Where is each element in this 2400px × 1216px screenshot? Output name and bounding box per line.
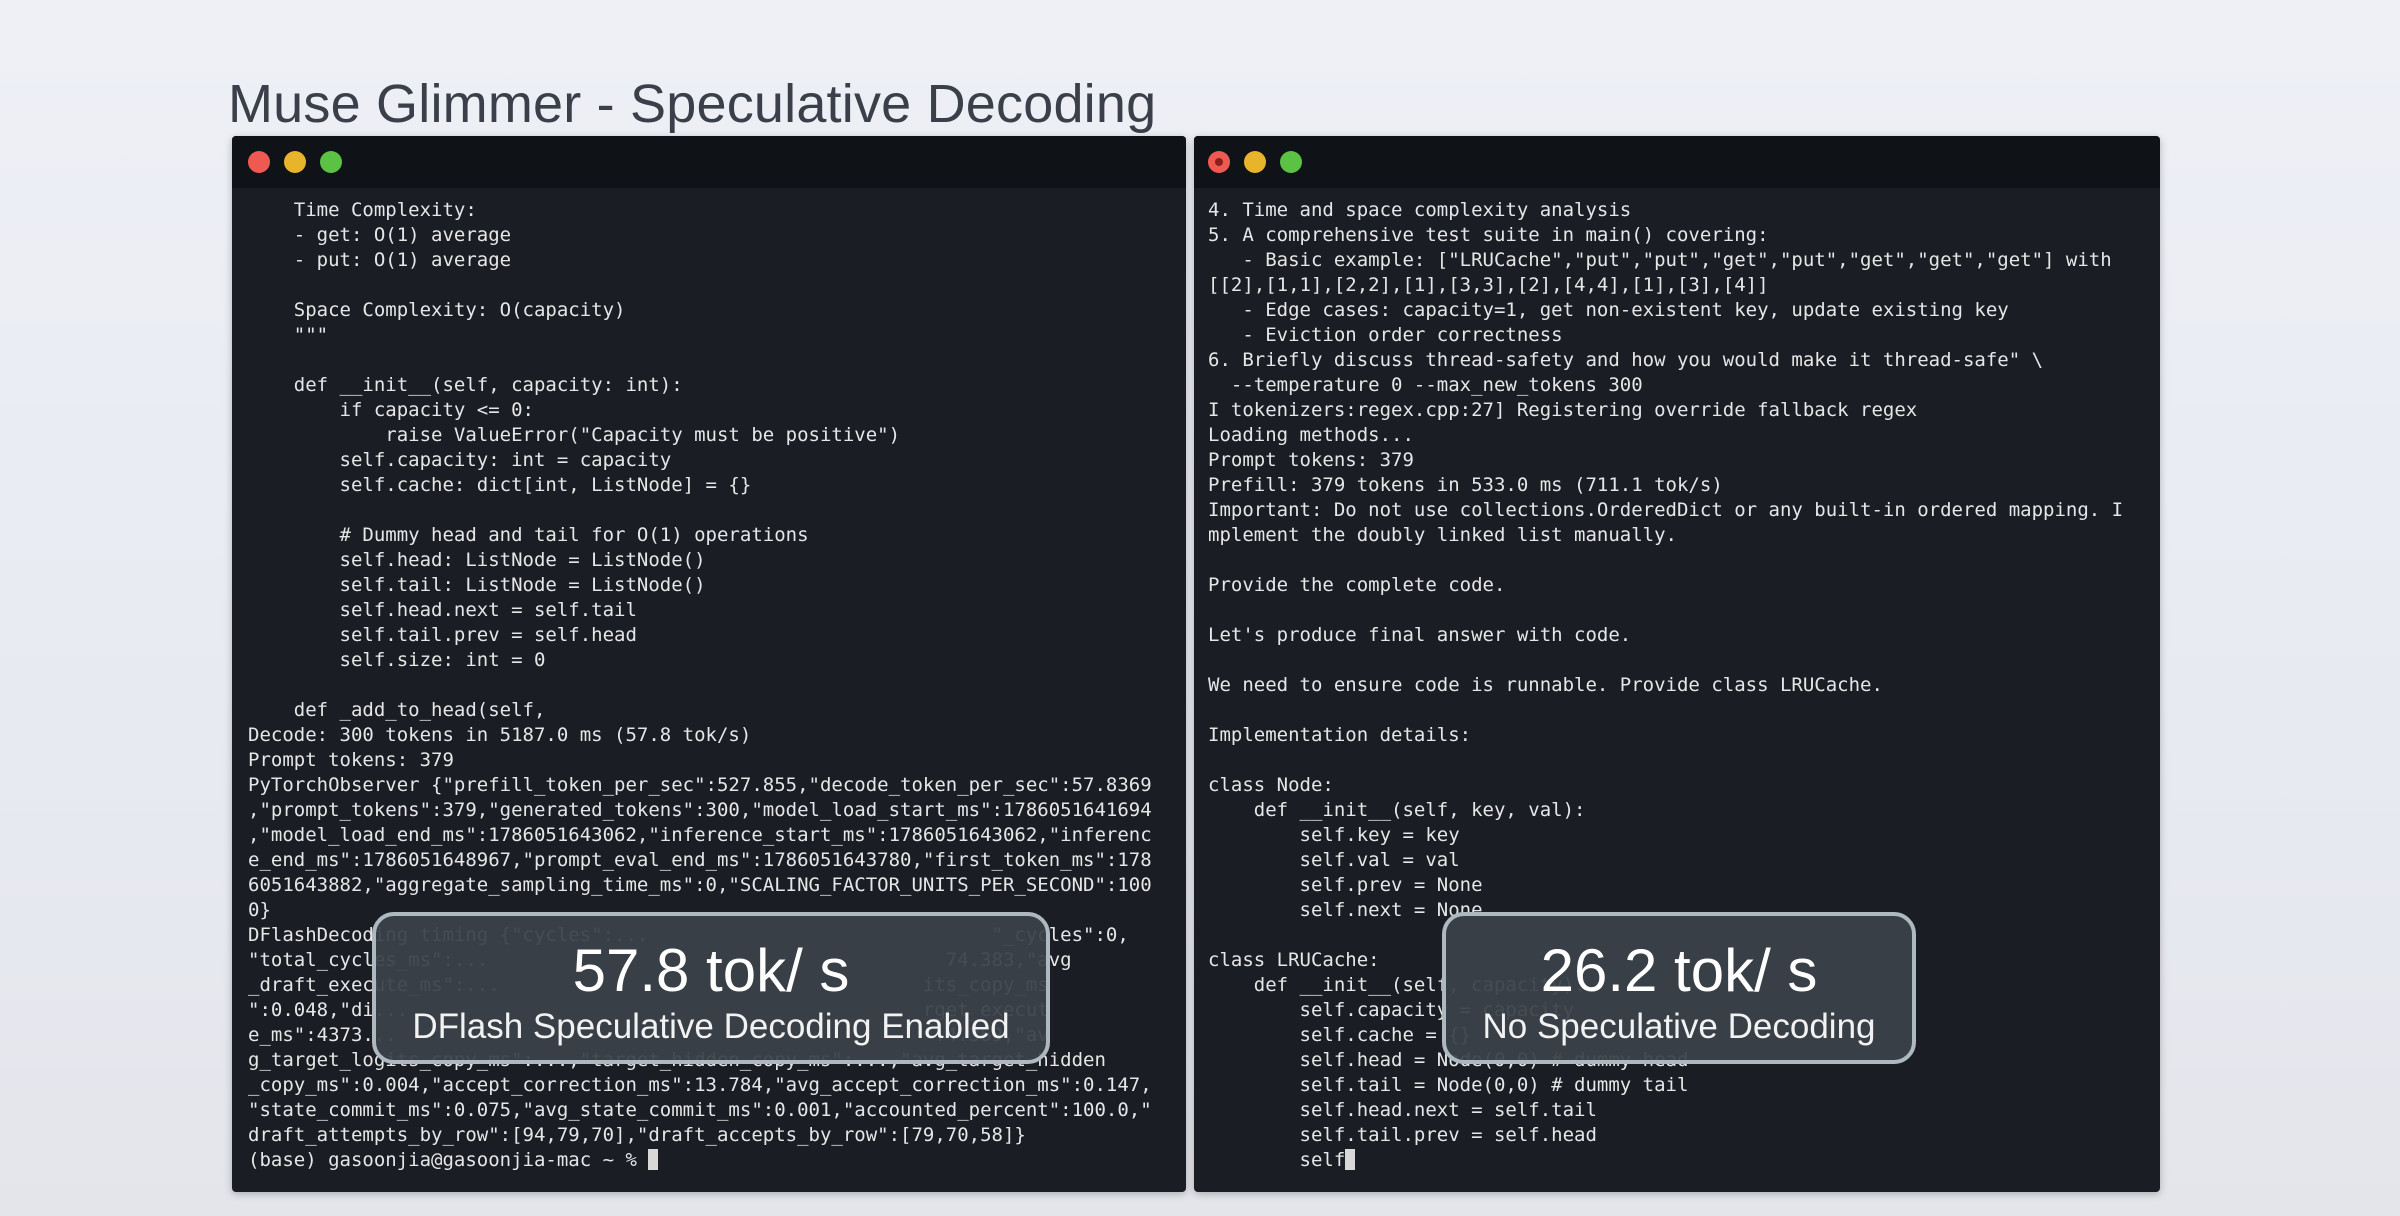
terminal-line: Loading methods...	[1208, 424, 1414, 446]
terminal-line: self.tail = Node(0,0) # dummy tail	[1208, 1074, 1689, 1096]
terminal-line: Implementation details:	[1208, 724, 1472, 746]
terminal-line: raise ValueError("Capacity must be posit…	[248, 424, 901, 446]
terminal-line: I tokenizers:regex.cpp:27] Registering o…	[1208, 399, 1918, 421]
terminal-line: def _add_to_head(self,	[248, 699, 546, 721]
text-cursor	[648, 1149, 659, 1170]
terminal-line: --temperature 0 --max_new_tokens 300	[1208, 374, 1643, 396]
terminal-line: draft_attempts_by_row":[94,79,70],"draft…	[248, 1124, 1026, 1146]
terminal-line: [[2],[1,1],[2,2],[1],[3,3],[2],[4,4],[1]…	[1208, 274, 1769, 296]
terminal-titlebar[interactable]	[1194, 136, 2160, 188]
terminal-line: # Dummy head and tail for O(1) operation…	[248, 524, 809, 546]
terminal-line: Space Complexity: O(capacity)	[248, 299, 626, 321]
terminal-line: def __init__(self, capacity: int):	[248, 374, 683, 396]
generation-line: self	[1208, 1148, 2148, 1173]
terminal-line: class Node:	[1208, 774, 1334, 796]
terminal-line: self.val = val	[1208, 849, 1460, 871]
generation-current-text: self	[1208, 1149, 1346, 1171]
terminal-line: Decode: 300 tokens in 5187.0 ms (57.8 to…	[248, 724, 752, 746]
maximize-window-button[interactable]	[320, 151, 342, 173]
terminal-line: Prompt tokens: 379	[248, 749, 454, 771]
terminal-line: We need to ensure code is runnable. Prov…	[1208, 674, 1883, 696]
terminal-line: self.capacity: int = capacity	[248, 449, 672, 471]
terminal-line: - Basic example: ["LRUCache","put","put"…	[1208, 249, 2112, 271]
terminal-line: Let's produce final answer with code.	[1208, 624, 1632, 646]
minimize-window-button[interactable]	[284, 151, 306, 173]
terminal-line: 6051643882,"aggregate_sampling_time_ms":…	[248, 874, 1152, 896]
terminal-line: Prefill: 379 tokens in 533.0 ms (711.1 t…	[1208, 474, 1723, 496]
text-cursor	[1345, 1149, 1356, 1170]
terminal-line: Time Complexity:	[248, 199, 477, 221]
terminal-line: 5. A comprehensive test suite in main() …	[1208, 224, 1769, 246]
close-window-button[interactable]	[1208, 151, 1230, 173]
terminal-line: def __init__(self, key, val):	[1208, 799, 1586, 821]
badge-speed-value: 26.2 tok/ s	[1540, 937, 1818, 1004]
terminal-line: self.head.next = self.tail	[248, 599, 637, 621]
terminal-line: self.prev = None	[1208, 874, 1483, 896]
terminal-line: 4. Time and space complexity analysis	[1208, 199, 1632, 221]
shell-prompt: (base) gasoonjia@gasoonjia-mac ~ %	[248, 1149, 649, 1171]
badge-caption: DFlash Speculative Decoding Enabled	[412, 1007, 1010, 1046]
close-dot-icon	[1215, 158, 1223, 166]
terminal-line: ,"model_load_end_ms":1786051643062,"infe…	[248, 824, 1152, 846]
terminal-line: _copy_ms":0.004,"accept_correction_ms":1…	[248, 1074, 1152, 1096]
terminal-line: "state_commit_ms":0.075,"avg_state_commi…	[248, 1099, 1152, 1121]
terminal-line: ,"prompt_tokens":379,"generated_tokens":…	[248, 799, 1152, 821]
terminal-line: - Edge cases: capacity=1, get non-existe…	[1208, 299, 2009, 321]
maximize-window-button[interactable]	[1280, 151, 1302, 173]
terminal-line: self.size: int = 0	[248, 649, 546, 671]
terminal-line: - Eviction order correctness	[1208, 324, 1563, 346]
terminal-line: """	[248, 324, 329, 346]
shell-prompt-line[interactable]: (base) gasoonjia@gasoonjia-mac ~ %	[248, 1148, 1174, 1173]
slide-title: Muse Glimmer - Speculative Decoding	[228, 74, 1157, 134]
terminal-line: mplement the doubly linked list manually…	[1208, 524, 1677, 546]
terminal-line: if capacity <= 0:	[248, 399, 534, 421]
terminal-line: self.tail.prev = self.head	[1208, 1124, 1597, 1146]
terminal-line: PyTorchObserver {"prefill_token_per_sec"…	[248, 774, 1152, 796]
minimize-window-button[interactable]	[1244, 151, 1266, 173]
terminal-line: Provide the complete code.	[1208, 574, 1506, 596]
terminal-line: 6. Briefly discuss thread-safety and how…	[1208, 349, 2044, 371]
terminal-line: self.head.next = self.tail	[1208, 1099, 1597, 1121]
terminal-line: self.tail: ListNode = ListNode()	[248, 574, 706, 596]
terminal-line: self.tail.prev = self.head	[248, 624, 637, 646]
badge-caption: No Speculative Decoding	[1482, 1007, 1876, 1046]
terminal-line: - put: O(1) average	[248, 249, 512, 271]
terminal-line: Prompt tokens: 379	[1208, 449, 1414, 471]
terminal-titlebar[interactable]	[232, 136, 1186, 188]
terminal-line: e_end_ms":1786051648967,"prompt_eval_end…	[248, 849, 1152, 871]
speed-badge-dflash: 57.8 tok/ s DFlash Speculative Decoding …	[372, 912, 1050, 1064]
badge-speed-value: 57.8 tok/ s	[572, 937, 850, 1004]
close-window-button[interactable]	[248, 151, 270, 173]
terminal-line: self.key = key	[1208, 824, 1460, 846]
terminal-line: Important: Do not use collections.Ordere…	[1208, 499, 2124, 521]
terminal-line: - get: O(1) average	[248, 224, 512, 246]
terminal-line: self.cache: dict[int, ListNode] = {}	[248, 474, 752, 496]
speed-badge-baseline: 26.2 tok/ s No Speculative Decoding	[1442, 912, 1916, 1064]
terminal-line: self.head: ListNode = ListNode()	[248, 549, 706, 571]
